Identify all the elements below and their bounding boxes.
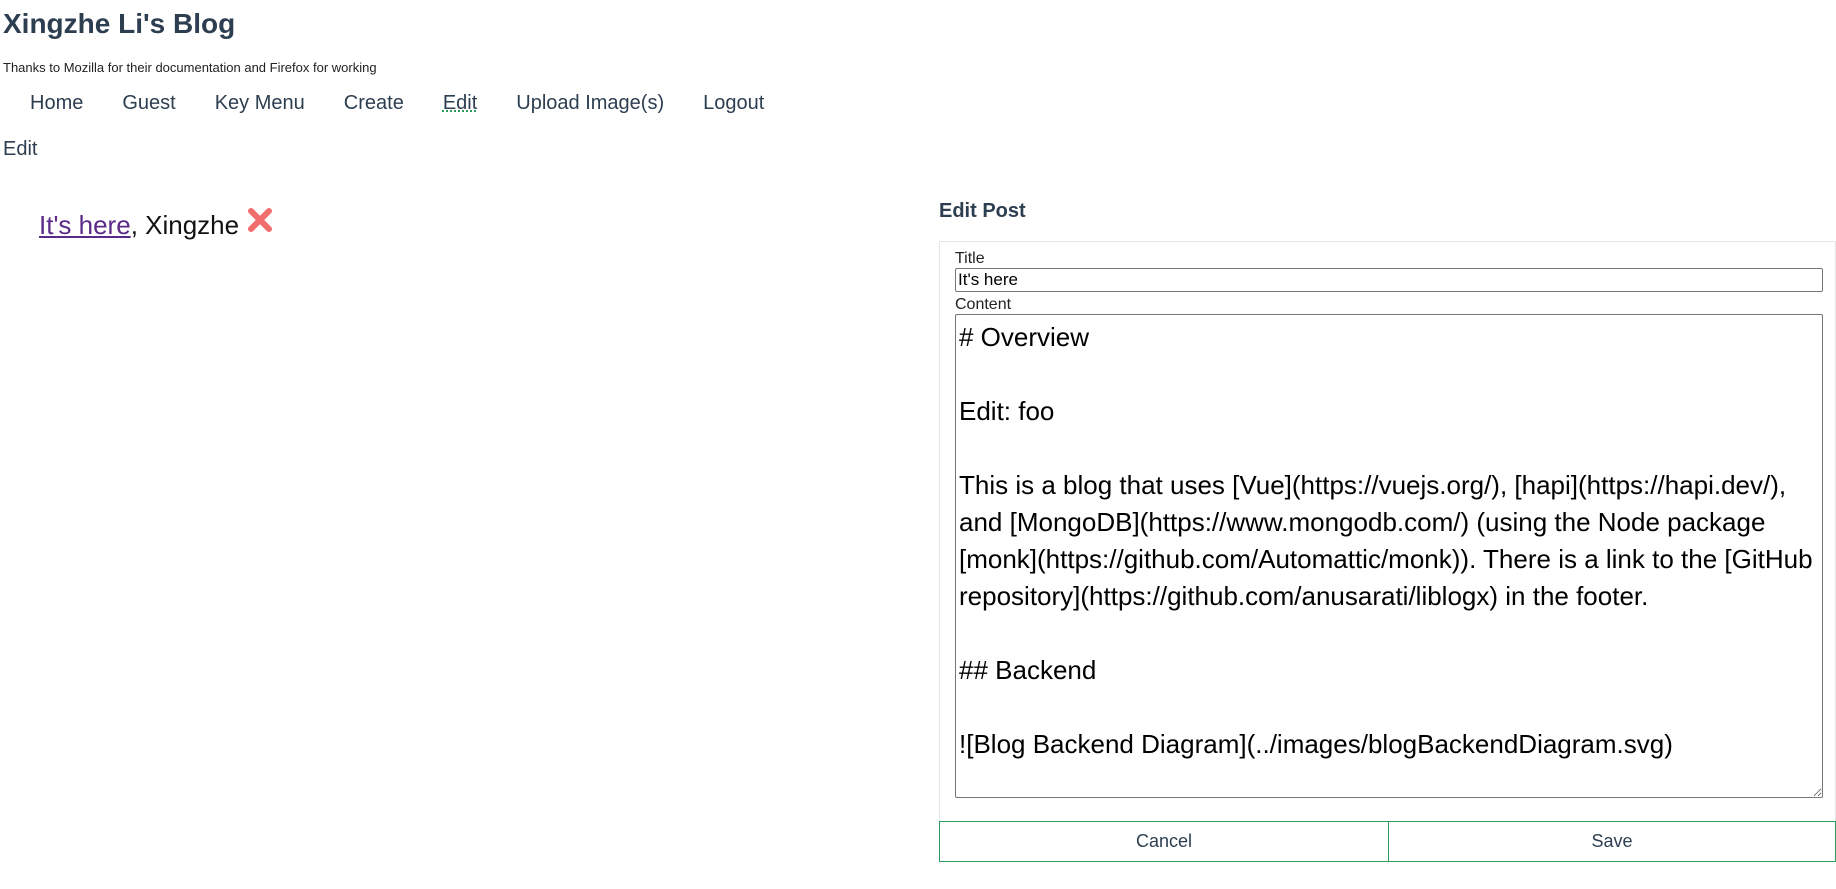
nav-edit[interactable]: Edit <box>443 92 477 115</box>
edit-post-panel: Edit Post Title Content # Overview Edit:… <box>939 200 1836 855</box>
nav-logout[interactable]: Logout <box>703 92 764 115</box>
page-heading: Edit <box>3 138 38 160</box>
content-textarea[interactable]: # Overview Edit: foo This is a blog that… <box>955 314 1823 798</box>
title-label: Title <box>955 250 985 267</box>
close-x-icon[interactable] <box>247 207 273 233</box>
site-title: Xingzhe Li's Blog <box>3 8 236 39</box>
nav-key-menu[interactable]: Key Menu <box>215 92 305 115</box>
save-button[interactable]: Save <box>1389 821 1836 862</box>
post-separator: , <box>130 210 146 240</box>
post-list-item: It's here , Xingzhe <box>39 207 273 241</box>
post-title-link[interactable]: It's here <box>39 210 131 241</box>
nav-home[interactable]: Home <box>30 92 83 115</box>
post-author: Xingzhe <box>145 210 240 240</box>
content-label: Content <box>955 296 1012 313</box>
main-nav: Home Guest Key Menu Create Edit Upload I… <box>30 92 803 115</box>
nav-upload-images[interactable]: Upload Image(s) <box>516 92 664 115</box>
nav-guest[interactable]: Guest <box>122 92 175 115</box>
edit-post-heading: Edit Post <box>939 200 1026 222</box>
form-button-row: Cancel Save <box>939 821 1836 862</box>
page: Xingzhe Li's Blog Thanks to Mozilla for … <box>0 0 1836 889</box>
cancel-button[interactable]: Cancel <box>939 821 1389 862</box>
nav-create[interactable]: Create <box>344 92 404 115</box>
title-input[interactable] <box>955 268 1823 292</box>
edit-post-form: Title Content # Overview Edit: foo This … <box>939 241 1836 855</box>
site-subtitle: Thanks to Mozilla for their documentatio… <box>3 60 377 75</box>
